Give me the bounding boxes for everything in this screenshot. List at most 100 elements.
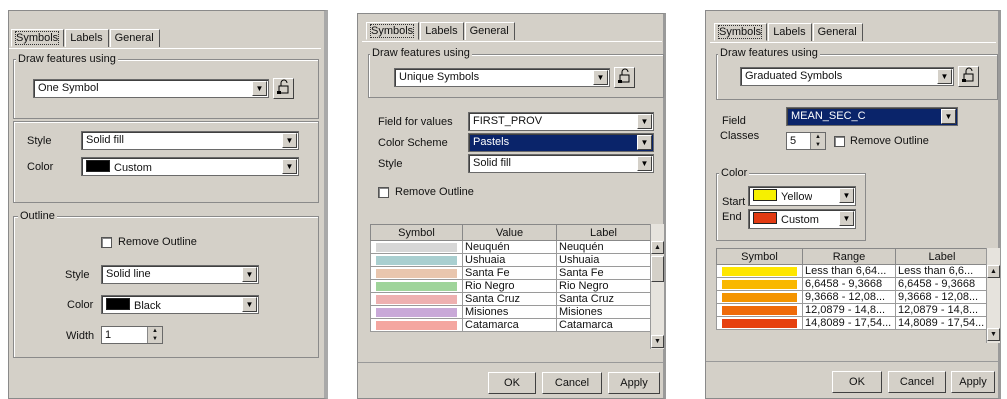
column-header-range[interactable]: Range: [802, 248, 896, 265]
label-cell[interactable]: Santa Cruz: [556, 292, 651, 306]
chevron-down-icon: ▼: [937, 69, 952, 84]
symbol-properties-button[interactable]: [614, 67, 635, 88]
cancel-button[interactable]: Cancel: [542, 372, 602, 394]
table-row[interactable]: 14,8089 - 17,54... 14,8089 - 17,54...: [716, 316, 989, 330]
label-cell[interactable]: Less than 6,6...: [895, 264, 989, 278]
vertical-scrollbar[interactable]: ▲ ▼: [650, 224, 664, 349]
column-header-value[interactable]: Value: [462, 224, 557, 241]
symbol-cell[interactable]: [370, 253, 463, 267]
symbol-cell[interactable]: [716, 277, 803, 291]
end-color-select[interactable]: Custom ▼: [748, 209, 856, 229]
style-value: Solid fill: [473, 157, 511, 169]
table-row[interactable]: Neuquén Neuquén: [370, 240, 651, 254]
label-cell[interactable]: Neuquén: [556, 240, 651, 254]
remove-outline-checkbox[interactable]: [834, 136, 845, 147]
style-select[interactable]: Solid fill ▼: [81, 131, 299, 150]
classes-stepper[interactable]: 5 ▲ ▼: [786, 132, 826, 150]
symbol-cell[interactable]: [370, 292, 463, 306]
table-row[interactable]: 12,0879 - 14,8... 12,0879 - 14,8...: [716, 303, 989, 317]
remove-outline-label: Remove Outline: [395, 186, 474, 198]
symbol-cell[interactable]: [370, 240, 463, 254]
tab-labels[interactable]: Labels: [768, 23, 812, 41]
apply-button[interactable]: Apply: [608, 372, 660, 394]
color-scheme-select[interactable]: Pastels ▼: [468, 133, 654, 152]
label-cell[interactable]: Catamarca: [556, 318, 651, 332]
column-header-symbol[interactable]: Symbol: [716, 248, 803, 265]
draw-features-select[interactable]: Unique Symbols ▼: [394, 68, 610, 87]
draw-features-value: Unique Symbols: [399, 71, 480, 83]
tab-general[interactable]: General: [109, 29, 160, 47]
field-for-values-select[interactable]: FIRST_PROV ▼: [468, 112, 654, 131]
ok-button[interactable]: OK: [488, 372, 536, 394]
column-header-symbol[interactable]: Symbol: [370, 224, 463, 241]
symbol-cell[interactable]: [716, 303, 803, 317]
tab-divider: [710, 42, 996, 43]
label-cell[interactable]: Santa Fe: [556, 266, 651, 280]
width-stepper[interactable]: 1 ▲ ▼: [101, 326, 163, 344]
column-header-label[interactable]: Label: [895, 248, 989, 265]
cancel-button[interactable]: Cancel: [888, 371, 946, 393]
tab-symbols[interactable]: Symbols: [11, 29, 65, 47]
start-color-select[interactable]: Yellow ▼: [748, 186, 856, 206]
label-cell[interactable]: 12,0879 - 14,8...: [895, 303, 989, 317]
label-cell[interactable]: Ushuaia: [556, 253, 651, 267]
column-header-label[interactable]: Label: [556, 224, 651, 241]
symbol-cell[interactable]: [370, 279, 463, 293]
field-for-values-value: FIRST_PROV: [473, 115, 543, 127]
symbol-cell[interactable]: [370, 266, 463, 280]
label-cell[interactable]: Rio Negro: [556, 279, 651, 293]
table-row[interactable]: Less than 6,64... Less than 6,6...: [716, 264, 989, 278]
symbol-cell[interactable]: [716, 264, 803, 278]
symbol-swatch: [722, 279, 797, 289]
label-cell[interactable]: 6,6458 - 9,3668: [895, 277, 989, 291]
field-select[interactable]: MEAN_SEC_C ▼: [786, 107, 958, 126]
vertical-scrollbar[interactable]: ▲ ▼: [986, 248, 1000, 343]
tab-labels[interactable]: Labels: [65, 29, 109, 47]
symbol-properties-button[interactable]: [958, 66, 979, 87]
tab-general[interactable]: General: [812, 23, 863, 41]
table-row[interactable]: 9,3668 - 12,08... 9,3668 - 12,08...: [716, 290, 989, 304]
outline-color-select[interactable]: Black ▼: [101, 295, 259, 314]
table-row[interactable]: Ushuaia Ushuaia: [370, 253, 651, 267]
remove-outline-checkbox[interactable]: [378, 187, 389, 198]
one-symbol-dialog: Symbols Labels General Draw features usi…: [8, 10, 328, 399]
label-cell[interactable]: 9,3668 - 12,08...: [895, 290, 989, 304]
label-cell[interactable]: Misiones: [556, 305, 651, 319]
table-row[interactable]: Catamarca Catamarca: [370, 318, 651, 332]
style-select[interactable]: Solid fill ▼: [468, 154, 654, 173]
symbol-cell[interactable]: [716, 316, 803, 330]
symbol-properties-button[interactable]: [273, 78, 294, 99]
symbol-cell[interactable]: [370, 305, 463, 319]
table-row[interactable]: Santa Fe Santa Fe: [370, 266, 651, 280]
draw-features-select[interactable]: Graduated Symbols ▼: [740, 67, 954, 86]
table-row[interactable]: Rio Negro Rio Negro: [370, 279, 651, 293]
scroll-up-icon[interactable]: ▲: [987, 265, 1000, 278]
values-table-body: Neuquén Neuquén Ushuaia Ushuaia Santa Fe Sant…: [370, 240, 651, 332]
chevron-down-icon: ▼: [637, 135, 652, 150]
label-cell[interactable]: 14,8089 - 17,54...: [895, 316, 989, 330]
scroll-down-icon[interactable]: ▼: [651, 335, 664, 348]
scroll-up-icon[interactable]: ▲: [651, 241, 664, 254]
spinner-arrows-icon[interactable]: ▲ ▼: [810, 133, 825, 149]
outline-style-select[interactable]: Solid line ▼: [101, 265, 259, 284]
symbol-cell[interactable]: [370, 318, 463, 332]
tab-labels[interactable]: Labels: [420, 22, 464, 40]
ok-button[interactable]: OK: [832, 371, 882, 393]
color-select[interactable]: Custom ▼: [81, 157, 299, 176]
scroll-thumb[interactable]: [651, 256, 664, 282]
scroll-down-icon[interactable]: ▼: [987, 328, 1000, 341]
tab-symbols[interactable]: Symbols: [714, 23, 768, 41]
tab-symbols[interactable]: Symbols: [366, 22, 420, 40]
range-cell: 12,0879 - 14,8...: [802, 303, 896, 317]
spinner-arrows-icon[interactable]: ▲ ▼: [147, 327, 162, 343]
remove-outline-checkbox[interactable]: [101, 237, 112, 248]
start-label: Start: [722, 196, 746, 208]
table-row[interactable]: 6,6458 - 9,3668 6,6458 - 9,3668: [716, 277, 989, 291]
tab-general[interactable]: General: [464, 22, 515, 40]
draw-features-select[interactable]: One Symbol ▼: [33, 79, 269, 98]
classes-label: Classes: [720, 130, 760, 142]
apply-button[interactable]: Apply: [951, 371, 995, 393]
table-row[interactable]: Misiones Misiones: [370, 305, 651, 319]
table-row[interactable]: Santa Cruz Santa Cruz: [370, 292, 651, 306]
symbol-cell[interactable]: [716, 290, 803, 304]
